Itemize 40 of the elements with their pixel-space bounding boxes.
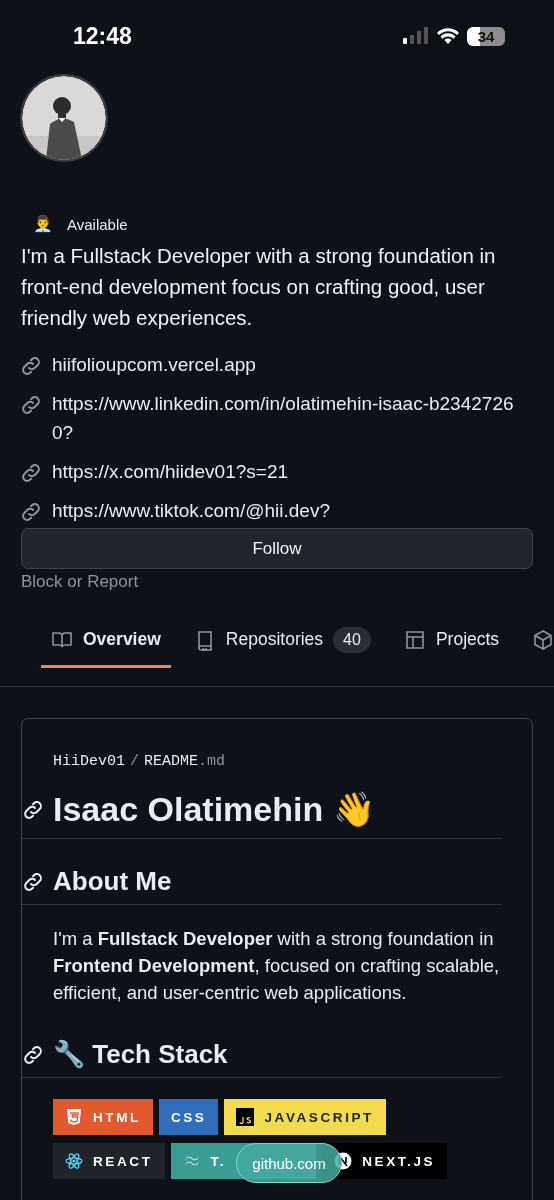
link-icon <box>21 462 41 482</box>
link-icon <box>21 394 41 414</box>
table-icon <box>403 628 426 651</box>
about-paragraph: I'm a Fullstack Developer with a strong foundation in Frontend Development, focused on crafting scalable, efficient, and user-centric web applications. <box>53 927 501 1005</box>
file-name: README <box>144 753 199 770</box>
breadcrumb-link[interactable]: HiiDev01 <box>53 753 125 770</box>
tab[interactable]: Projects <box>393 614 510 668</box>
signal-icon <box>403 27 429 45</box>
anchor-link-icon <box>23 871 43 891</box>
tech-badge: JAVASCRIPT <box>224 1099 386 1135</box>
profile-link[interactable]: https://x.com/hiidev01?s=21 <box>52 457 527 486</box>
wifi-icon <box>436 27 460 45</box>
follow-button[interactable]: Follow <box>21 528 533 569</box>
tab[interactable]: Overview <box>41 614 171 668</box>
profile-link[interactable]: https://www.tiktok.com/@hii.dev? <box>52 496 527 525</box>
anchor-link-icon <box>23 799 43 819</box>
link-icon <box>21 355 41 375</box>
breadcrumb-separator: / <box>130 753 140 770</box>
tech-badge: CSS <box>158 1099 219 1135</box>
bio-text: I'm a Fullstack Developer with a strong foundation in front-end development focus on crafting good, user friendly web experiences. <box>21 243 497 331</box>
block-report-link[interactable]: Block or Report <box>21 572 139 592</box>
cube-icon <box>532 628 554 651</box>
tech-badge: HTML <box>53 1099 153 1135</box>
anchor-link-icon <box>23 1044 43 1064</box>
tab[interactable]: Repositories 40 <box>183 614 381 668</box>
heading: About Me <box>53 865 172 898</box>
status-emoji: 👨‍💼 <box>33 214 53 234</box>
heading: Isaac Olatimehin 👋 <box>53 789 375 830</box>
html5-icon <box>65 1108 83 1126</box>
profile-link[interactable]: https://www.linkedin.com/in/olatimehin-isaac-b23427260? <box>52 389 527 447</box>
status-text: Available <box>67 215 128 233</box>
tech-badge: REACT <box>53 1143 165 1179</box>
atom-icon <box>65 1152 83 1170</box>
file-extension: .md <box>198 753 226 770</box>
profile-link[interactable]: hiifolioupcom.vercel.app <box>52 350 527 379</box>
js-logo-icon <box>236 1108 255 1126</box>
link-icon <box>21 501 41 521</box>
status-time: 12:48 <box>73 22 132 50</box>
heading: 🔧 Tech Stack <box>53 1038 228 1071</box>
count-badge: 40 <box>333 626 371 653</box>
